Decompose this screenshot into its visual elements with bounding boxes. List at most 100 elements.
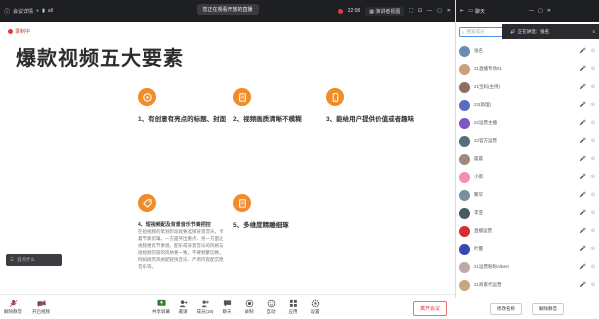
invite-button[interactable]: 邀请 (172, 299, 194, 315)
participant-name: 21商家代运营 (474, 282, 502, 287)
panel-restore-icon[interactable]: ▢ (538, 8, 543, 14)
camera-off-icon[interactable]: ⊘ (591, 174, 595, 180)
signal-icon: ▮ (42, 8, 45, 14)
participant-row[interactable]: 小雨 🎤 ⊘ (455, 168, 599, 186)
tab-chat[interactable]: ▭ 聊天 (468, 8, 485, 15)
mic-off-icon[interactable]: 🎤 (580, 210, 586, 216)
record-button[interactable]: 录制 (238, 299, 260, 315)
camera-off-icon[interactable]: ⊘ (591, 102, 595, 108)
unmute-all-button[interactable]: 解除静音 (532, 302, 564, 315)
info-icon[interactable]: ⓘ (4, 7, 10, 16)
camera-off-icon[interactable]: ⊘ (591, 66, 595, 72)
chat-input[interactable]: ☰ 说点什么 (6, 254, 62, 266)
participant-name: 21宝妈(主持) (474, 84, 501, 89)
pin-icon[interactable]: ⊡ (418, 8, 422, 14)
mic-off-icon[interactable]: 🎤 (580, 282, 586, 288)
camera-off-icon[interactable]: ⊘ (591, 120, 595, 126)
chat-bubble-icon: ☰ (10, 257, 15, 262)
camera-off-icon[interactable]: ⊘ (591, 282, 595, 288)
emoji-icon (266, 299, 276, 308)
speaker-view-button[interactable]: ▦ 演讲者视图 (365, 6, 405, 16)
maximize-icon[interactable]: ▢ (437, 8, 442, 14)
participant-row[interactable]: 22官方运营 🎤 ⊘ (455, 132, 599, 150)
tag-icon (138, 194, 156, 212)
start-video-button[interactable]: 开启视频 (30, 299, 52, 315)
invite-icon (178, 299, 188, 308)
mic-off-icon[interactable]: 🎤 (580, 84, 586, 90)
meeting-info-label[interactable]: 会议详情 (13, 8, 33, 15)
mic-off-icon[interactable]: 🎤 (580, 264, 586, 270)
avatar (459, 243, 470, 255)
popup-menu-icon[interactable]: ≡ (592, 29, 595, 34)
member-search-input[interactable]: ⌕ 搜索成员 (459, 27, 507, 37)
rename-button[interactable]: 修改名称 (490, 302, 522, 315)
collapse-icon[interactable]: ⇤ (460, 8, 464, 14)
speaking-popup: 🔊 正在讲话：张名 ≡ (502, 24, 599, 39)
participant-name: 直播运营 (474, 228, 492, 233)
mic-off-icon[interactable]: 🎤 (580, 138, 586, 144)
participant-row[interactable]: 22(助理) 🎤 ⊘ (455, 96, 599, 114)
document-icon (233, 194, 251, 212)
mic-icon (8, 299, 18, 308)
mic-off-icon[interactable]: 🎤 (580, 66, 586, 72)
speaking-text: 正在讲话：张名 (517, 28, 550, 34)
mic-icon[interactable]: 🎤 (580, 48, 586, 54)
meeting-window: ⓘ 会议详情 ● ▮ all 您正在观看开放的直播 22:08 ▦ 演讲者视图 … (0, 0, 599, 319)
camera-off-icon[interactable]: ⊘ (591, 138, 595, 144)
share-screen-button[interactable]: 共享屏幕 (150, 299, 172, 315)
settings-icon (310, 299, 320, 308)
mic-off-icon[interactable]: 🎤 (580, 120, 586, 126)
participant-row[interactable]: 21宝妈(主持) 🎤 ⊘ (455, 78, 599, 96)
participant-row[interactable]: 繁华 🎤 ⊘ (455, 186, 599, 204)
minimize-icon[interactable]: — (427, 8, 432, 14)
fullscreen-icon[interactable]: ⛶ (409, 8, 413, 14)
participant-row[interactable]: 22运营主播 🎤 ⊘ (455, 114, 599, 132)
close-icon[interactable]: ✕ (447, 8, 451, 14)
camera-off-icon[interactable]: ⊘ (591, 264, 595, 270)
panel-minimize-icon[interactable]: — (529, 8, 534, 14)
feature-description: 在短视频的策划阶段就要选择背景音乐，卡着节奏剪辑，一方面突出重点、另一方面让视频… (138, 229, 224, 269)
panel-title: 聊天 (474, 8, 485, 15)
camera-off-icon[interactable]: ⊘ (591, 192, 595, 198)
participant-name: 21运营粉粉Albert (474, 264, 509, 269)
mic-off-icon[interactable]: 🎤 (580, 174, 586, 180)
participant-name: 张名 (474, 48, 483, 53)
participant-row[interactable]: 21直播专场01 🎤 ⊘ (455, 60, 599, 78)
camera-off-icon[interactable]: ⊘ (591, 84, 595, 90)
unmute-button[interactable]: 解除静音 (2, 299, 24, 315)
avatar (459, 81, 470, 93)
apps-button[interactable]: 应用 (282, 299, 304, 315)
camera-off-icon[interactable]: ⊘ (591, 48, 595, 54)
mic-off-icon[interactable]: 🎤 (580, 156, 586, 162)
avatar (459, 117, 470, 129)
toolbar-label: 设置 (310, 309, 320, 314)
clock-label: 22:08 (347, 8, 361, 14)
leave-meeting-button[interactable]: 离开会议 (412, 301, 447, 316)
mic-off-icon[interactable]: 🎤 (580, 246, 586, 252)
participant-row[interactable]: 晨晨 🎤 ⊘ (455, 150, 599, 168)
participant-row[interactable]: 张名 🎤 ⊘ (455, 42, 599, 60)
settings-button[interactable]: 设置 (304, 299, 326, 315)
chat-button[interactable]: 聊天 (216, 299, 238, 315)
members-button[interactable]: 成员(19) (194, 299, 216, 315)
participant-name: 22(助理) (474, 102, 492, 107)
mic-off-icon[interactable]: 🎤 (580, 102, 586, 108)
avatar (459, 99, 470, 111)
recording-label: 录制中 (15, 29, 31, 35)
participant-row[interactable]: 21商家代运营 🎤 ⊘ (455, 276, 599, 294)
participant-row[interactable]: 21运营粉粉Albert 🎤 ⊘ (455, 258, 599, 276)
participant-row[interactable]: 李亚 🎤 ⊘ (455, 204, 599, 222)
participant-row[interactable]: 叶蔓 🎤 ⊘ (455, 240, 599, 258)
toolbar-label: 开启视频 (32, 309, 50, 314)
participant-row[interactable]: 直播运营 🎤 ⊘ (455, 222, 599, 240)
camera-off-icon[interactable]: ⊘ (591, 156, 595, 162)
camera-off-icon[interactable]: ⊘ (591, 228, 595, 234)
mic-off-icon[interactable]: 🎤 (580, 192, 586, 198)
interact-button[interactable]: 互动 (260, 299, 282, 315)
camera-off-icon[interactable]: ⊘ (591, 246, 595, 252)
camera-off-icon[interactable]: ⊘ (591, 210, 595, 216)
recording-badge: 录制中 (8, 28, 30, 35)
panel-close-icon[interactable]: ✕ (547, 8, 551, 14)
avatar (459, 63, 470, 75)
mic-off-icon[interactable]: 🎤 (580, 228, 586, 234)
